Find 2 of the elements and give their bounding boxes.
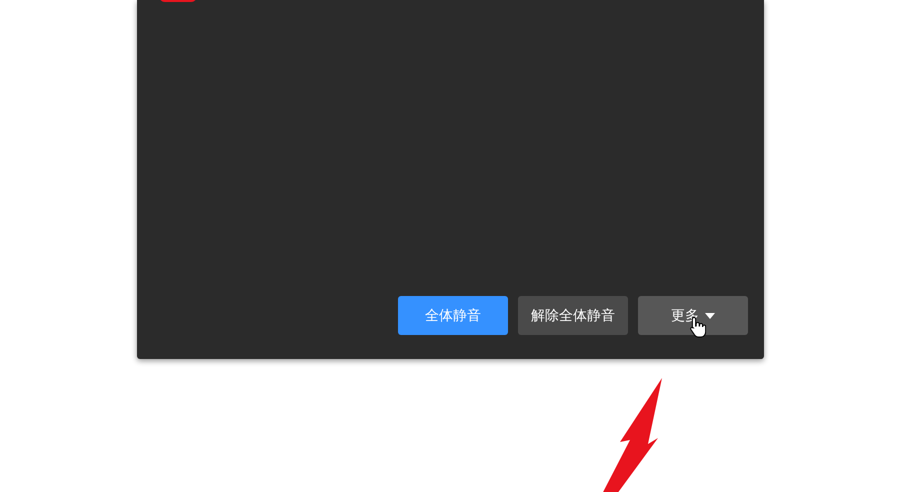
action-button[interactable]: 解除全体静音 bbox=[518, 296, 628, 335]
caret-icon bbox=[705, 312, 715, 318]
